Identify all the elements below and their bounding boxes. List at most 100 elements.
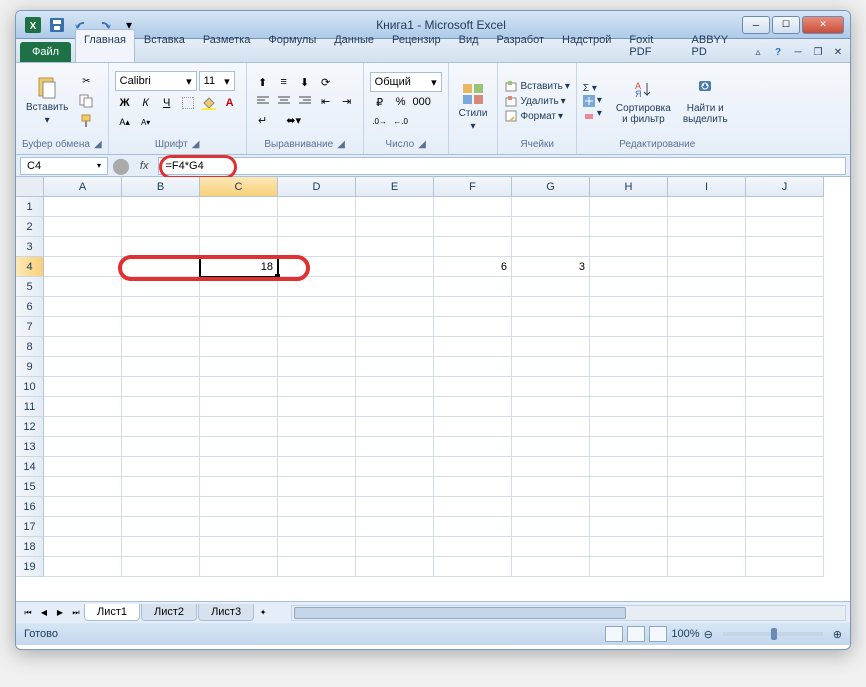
cell[interactable] [746, 497, 824, 517]
cell[interactable] [200, 217, 278, 237]
grid[interactable]: ABCDEFGHIJ123418635678910111213141516171… [16, 177, 850, 577]
cell[interactable] [590, 277, 668, 297]
underline-button[interactable]: Ч [157, 94, 177, 112]
cell[interactable] [122, 497, 200, 517]
cell[interactable] [122, 317, 200, 337]
cell[interactable] [200, 317, 278, 337]
wrap-text-icon[interactable]: ↵ [253, 111, 273, 129]
column-header[interactable]: A [44, 177, 122, 197]
cell[interactable] [356, 377, 434, 397]
insert-cells-button[interactable]: Вставить ▾ [504, 79, 569, 93]
cell[interactable] [512, 397, 590, 417]
cell[interactable] [434, 197, 512, 217]
cell[interactable] [434, 357, 512, 377]
cell[interactable] [44, 317, 122, 337]
cell[interactable] [590, 357, 668, 377]
cell[interactable] [44, 197, 122, 217]
decrease-indent-icon[interactable]: ⇤ [316, 92, 336, 110]
cell[interactable] [746, 417, 824, 437]
cell[interactable] [122, 237, 200, 257]
cell[interactable] [746, 437, 824, 457]
cell[interactable] [668, 237, 746, 257]
cell[interactable] [356, 417, 434, 437]
ribbon-tab-вид[interactable]: Вид [450, 29, 488, 62]
cell[interactable] [356, 497, 434, 517]
cell[interactable] [746, 517, 824, 537]
ribbon-tab-разработ[interactable]: Разработ [488, 29, 553, 62]
cell[interactable] [668, 437, 746, 457]
cell[interactable] [278, 537, 356, 557]
row-header[interactable]: 19 [16, 557, 44, 577]
cell[interactable] [512, 537, 590, 557]
ribbon-tab-данные[interactable]: Данные [325, 29, 383, 62]
cell[interactable] [44, 537, 122, 557]
page-layout-view-icon[interactable] [627, 626, 645, 642]
cell[interactable] [746, 217, 824, 237]
cell[interactable] [512, 277, 590, 297]
cell[interactable] [512, 357, 590, 377]
column-header[interactable]: B [122, 177, 200, 197]
cell[interactable] [590, 237, 668, 257]
fx-button[interactable]: fx [134, 160, 155, 172]
cell[interactable] [200, 537, 278, 557]
cell[interactable] [668, 357, 746, 377]
cell[interactable] [668, 457, 746, 477]
ribbon-tab-foxit pdf[interactable]: Foxit PDF [620, 29, 682, 62]
name-box[interactable]: C4▾ [20, 157, 108, 175]
copy-icon[interactable] [76, 92, 96, 110]
cell[interactable] [44, 437, 122, 457]
cell[interactable] [434, 297, 512, 317]
formula-input[interactable]: =F4*G4 [158, 157, 846, 175]
row-header[interactable]: 4 [16, 257, 44, 277]
percent-icon[interactable]: % [391, 93, 411, 111]
font-size-combo[interactable]: 11▾ [199, 71, 235, 91]
cell[interactable] [590, 517, 668, 537]
cell[interactable] [512, 497, 590, 517]
cell[interactable] [590, 537, 668, 557]
cell[interactable] [278, 197, 356, 217]
cell[interactable] [278, 277, 356, 297]
cell[interactable] [356, 457, 434, 477]
cell[interactable] [512, 197, 590, 217]
row-header[interactable]: 16 [16, 497, 44, 517]
cell[interactable] [668, 517, 746, 537]
cell[interactable] [44, 557, 122, 577]
cell[interactable] [434, 437, 512, 457]
align-top-icon[interactable]: ⬆ [253, 73, 273, 91]
cell[interactable] [122, 257, 200, 277]
cell[interactable] [44, 257, 122, 277]
cell[interactable] [44, 377, 122, 397]
cell[interactable]: 18 [200, 257, 278, 277]
increase-font-icon[interactable]: A▴ [115, 113, 135, 131]
cell[interactable] [356, 537, 434, 557]
cell[interactable] [356, 317, 434, 337]
align-bottom-icon[interactable]: ⬇ [295, 73, 315, 91]
cell[interactable] [122, 417, 200, 437]
row-header[interactable]: 8 [16, 337, 44, 357]
cell[interactable] [356, 257, 434, 277]
cell[interactable] [122, 477, 200, 497]
dialog-launcher-icon[interactable]: ◢ [418, 139, 426, 150]
row-header[interactable]: 13 [16, 437, 44, 457]
cell[interactable] [668, 397, 746, 417]
format-cells-button[interactable]: Формат ▾ [504, 109, 569, 123]
cell[interactable] [746, 317, 824, 337]
ribbon-tab-формулы[interactable]: Формулы [259, 29, 325, 62]
cell[interactable]: 6 [434, 257, 512, 277]
cell[interactable] [200, 357, 278, 377]
cell[interactable] [590, 297, 668, 317]
cell[interactable] [122, 537, 200, 557]
cell[interactable] [668, 317, 746, 337]
cell[interactable] [590, 377, 668, 397]
cell[interactable] [590, 257, 668, 277]
cell[interactable] [434, 457, 512, 477]
row-header[interactable]: 15 [16, 477, 44, 497]
font-color-button[interactable]: A [220, 94, 240, 112]
delete-cells-button[interactable]: Удалить ▾ [504, 94, 569, 108]
save-icon[interactable] [46, 15, 68, 35]
file-tab[interactable]: Файл [20, 42, 71, 62]
sheet-tab[interactable]: Лист3 [198, 604, 254, 621]
cell[interactable] [434, 337, 512, 357]
cell[interactable] [590, 337, 668, 357]
cell[interactable] [122, 437, 200, 457]
